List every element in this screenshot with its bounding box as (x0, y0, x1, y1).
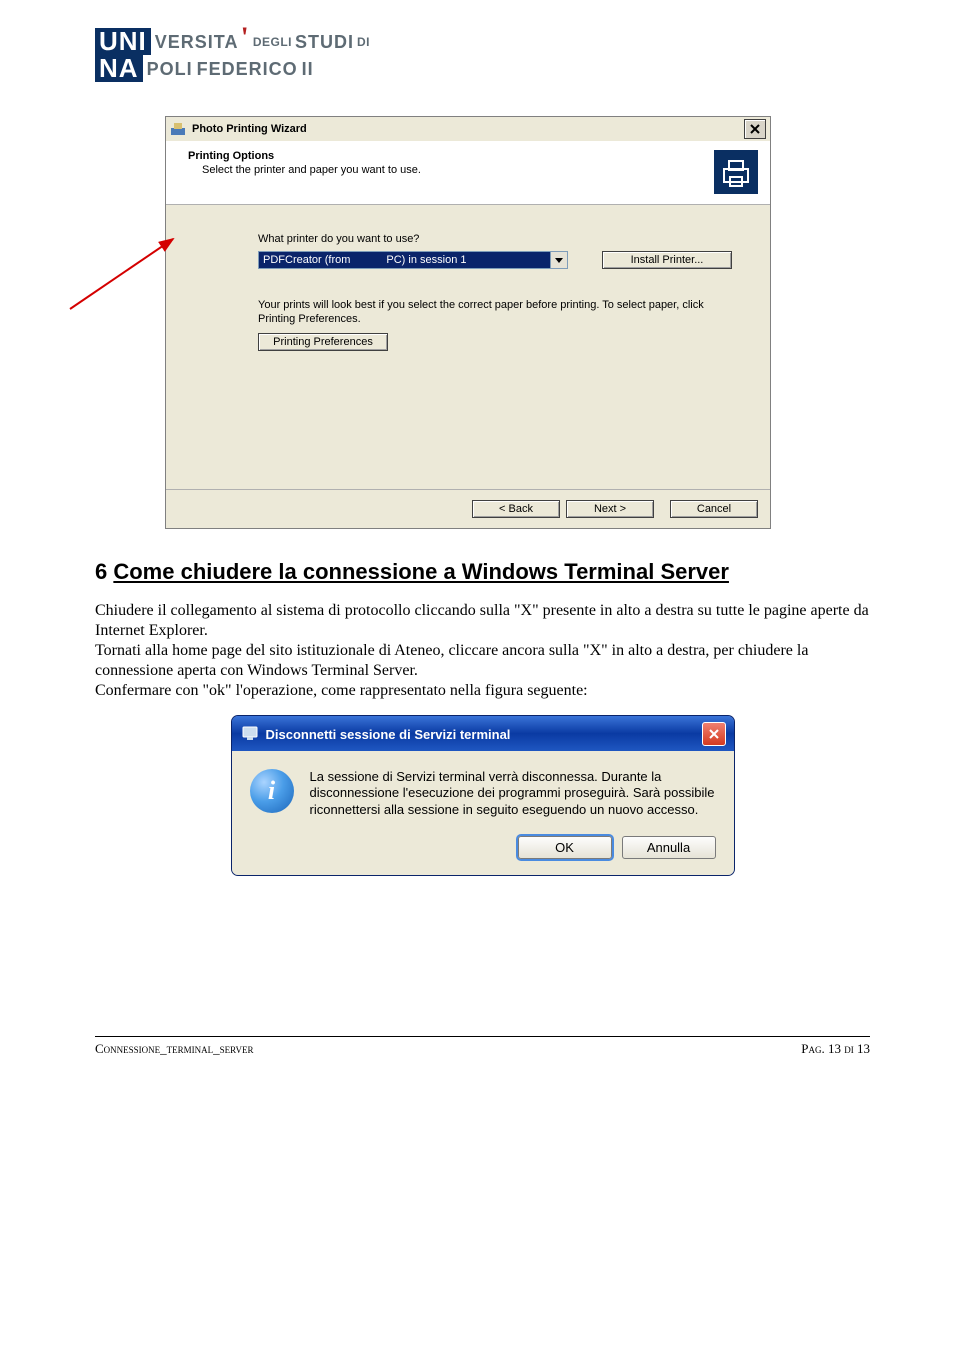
printer-icon (714, 150, 758, 194)
wizard-footer: < Back Next > Cancel (166, 490, 770, 528)
paper-hint-text: Your prints will look best if you select… (258, 299, 746, 311)
app-icon (170, 121, 186, 137)
logo-text: POLI (147, 60, 193, 78)
ok-button[interactable]: OK (518, 836, 612, 859)
wizard-header: Printing Options Select the printer and … (166, 142, 770, 205)
window-title: Photo Printing Wizard (192, 123, 307, 135)
logo-text: FEDERICO (197, 60, 298, 78)
logo-text: STUDI (295, 33, 354, 51)
disconnect-dialog: Disconnetti sessione di Servizi terminal… (231, 715, 735, 876)
cancel-button[interactable]: Cancel (670, 500, 758, 518)
back-button[interactable]: < Back (472, 500, 560, 518)
section-title: Come chiudere la connessione a Windows T… (113, 559, 729, 584)
logo-apostrophe: ' (240, 29, 248, 47)
close-button[interactable] (744, 119, 766, 139)
wizard-step-subtitle: Select the printer and paper you want to… (202, 164, 421, 176)
install-printer-button[interactable]: Install Printer... (602, 251, 732, 269)
window-titlebar: Photo Printing Wizard (166, 117, 770, 142)
logo-text: DEGLI (253, 36, 292, 48)
printer-question-label: What printer do you want to use? (258, 233, 746, 245)
wizard-step-title: Printing Options (188, 150, 421, 162)
next-button[interactable]: Next > (566, 500, 654, 518)
dialog-titlebar: Disconnetti sessione di Servizi terminal (232, 716, 734, 751)
logo-box: UNI (95, 28, 151, 55)
photo-printing-wizard-window: Photo Printing Wizard Printing Options S… (165, 116, 771, 529)
annotation-arrow (65, 234, 185, 314)
close-button[interactable] (702, 722, 726, 746)
page-footer: Connessione_terminal_server Pag. 13 di 1… (95, 1036, 870, 1057)
info-icon: i (250, 769, 294, 813)
chevron-down-icon[interactable] (550, 252, 567, 268)
logo-box: NA (95, 55, 143, 82)
section-heading: 6 Come chiudere la connessione a Windows… (95, 559, 870, 585)
body-paragraph: Chiudere il collegamento al sistema di p… (95, 601, 870, 701)
footer-page-number: Pag. 13 di 13 (801, 1041, 870, 1057)
dialog-message: La sessione di Servizi terminal verrà di… (310, 769, 716, 818)
annulla-button[interactable]: Annulla (622, 836, 716, 859)
terminal-icon (242, 725, 258, 744)
logo-text: DI (357, 36, 370, 48)
dropdown-value: PDFCreator (from (263, 254, 350, 266)
university-logo: UNI VERSITA ' DEGLI STUDI DI NA POLI FED… (95, 28, 870, 82)
wizard-body: What printer do you want to use? PDFCrea… (166, 205, 770, 490)
printing-preferences-button[interactable]: Printing Preferences (258, 333, 388, 351)
printer-dropdown[interactable]: PDFCreator (from PC) in session 1 (258, 251, 568, 269)
logo-text: VERSITA (155, 33, 239, 51)
dialog-title: Disconnetti sessione di Servizi terminal (266, 727, 511, 742)
section-number: 6 (95, 559, 113, 584)
paper-hint-text: Printing Preferences. (258, 313, 746, 325)
dropdown-value: PC) in session 1 (386, 254, 466, 266)
logo-text: II (302, 60, 314, 78)
footer-doc-name: Connessione_terminal_server (95, 1041, 253, 1057)
